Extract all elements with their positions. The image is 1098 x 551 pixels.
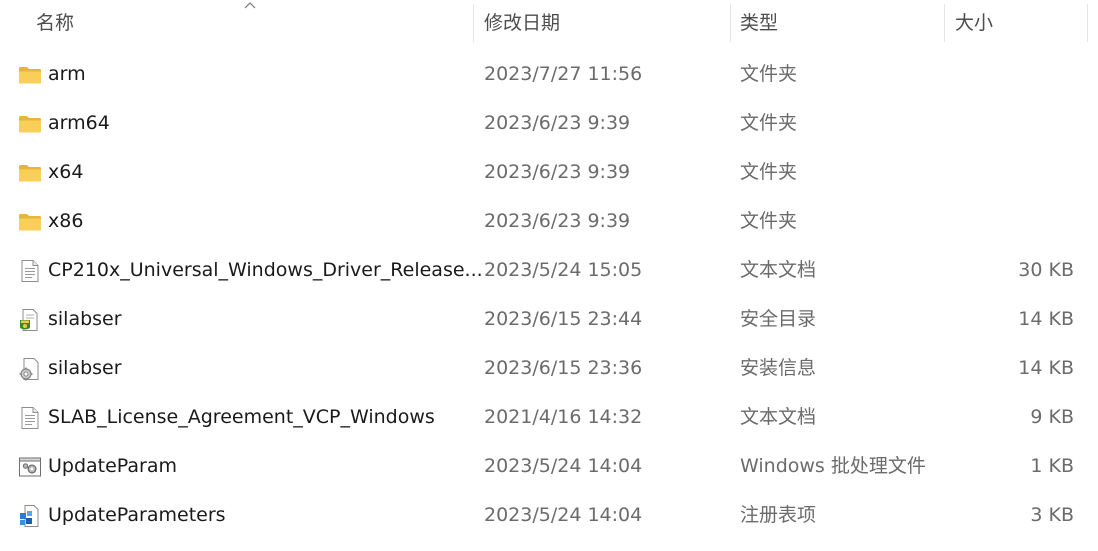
column-header-size[interactable]: 大小 [955, 0, 993, 46]
file-name: SLAB_License_Agreement_VCP_Windows [48, 406, 435, 428]
file-name: arm [48, 63, 86, 85]
folder-icon [18, 112, 42, 136]
file-type: 文件夹 [740, 112, 798, 134]
batch-file-icon [18, 455, 42, 479]
file-type: 文本文档 [740, 259, 817, 281]
file-size: 9 KB [1030, 406, 1074, 428]
file-row[interactable]: arm 2023/7/27 11:56 文件夹 [0, 50, 1098, 99]
file-size: 30 KB [1018, 259, 1074, 281]
file-name: silabser [48, 308, 122, 330]
file-modified-date: 2023/6/15 23:44 [484, 308, 643, 330]
setup-information-icon [18, 357, 42, 381]
file-name: UpdateParameters [48, 504, 226, 526]
column-divider[interactable] [1087, 4, 1088, 42]
file-name: arm64 [48, 112, 110, 134]
file-modified-date: 2021/4/16 14:32 [484, 406, 643, 428]
file-size: 14 KB [1018, 308, 1074, 330]
folder-icon [18, 210, 42, 234]
file-type: 安装信息 [740, 357, 817, 379]
column-header-type[interactable]: 类型 [740, 0, 778, 46]
file-name: CP210x_Universal_Windows_Driver_Release.… [48, 259, 483, 281]
column-divider[interactable] [944, 4, 945, 42]
file-name: x86 [48, 210, 84, 232]
text-document-icon [18, 259, 42, 283]
file-row[interactable]: silabser 2023/6/15 23:44 安全目录 14 KB [0, 295, 1098, 344]
file-name: x64 [48, 161, 84, 183]
file-type: Windows 批处理文件 [740, 455, 926, 477]
file-modified-date: 2023/5/24 14:04 [484, 504, 643, 526]
column-header-date[interactable]: 修改日期 [484, 0, 560, 46]
file-row[interactable]: UpdateParameters 2023/5/24 14:04 注册表项 3 KB [0, 491, 1098, 540]
folder-icon [18, 161, 42, 185]
file-modified-date: 2023/6/23 9:39 [484, 112, 631, 134]
file-modified-date: 2023/6/15 23:36 [484, 357, 643, 379]
column-header: 名称 修改日期 类型 大小 [0, 0, 1098, 46]
file-row[interactable]: arm64 2023/6/23 9:39 文件夹 [0, 99, 1098, 148]
file-size: 1 KB [1030, 455, 1074, 477]
file-type: 文件夹 [740, 161, 798, 183]
folder-icon [18, 63, 42, 87]
file-type: 文本文档 [740, 406, 817, 428]
column-divider[interactable] [473, 4, 474, 42]
file-name: UpdateParam [48, 455, 178, 477]
column-header-name[interactable]: 名称 [36, 0, 74, 46]
file-row[interactable]: x64 2023/6/23 9:39 文件夹 [0, 148, 1098, 197]
file-type: 注册表项 [740, 504, 817, 526]
file-type: 文件夹 [740, 63, 798, 85]
column-divider[interactable] [730, 4, 731, 42]
file-type: 安全目录 [740, 308, 817, 330]
file-row[interactable]: UpdateParam 2023/5/24 14:04 Windows 批处理文件 1… [0, 442, 1098, 491]
text-document-icon [18, 406, 42, 430]
file-row[interactable]: x86 2023/6/23 9:39 文件夹 [0, 197, 1098, 246]
file-name: silabser [48, 357, 122, 379]
file-modified-date: 2023/5/24 15:05 [484, 259, 643, 281]
sort-ascending-icon [244, 2, 256, 9]
file-modified-date: 2023/6/23 9:39 [484, 161, 631, 183]
file-row[interactable]: CP210x_Universal_Windows_Driver_Release.… [0, 246, 1098, 295]
file-modified-date: 2023/7/27 11:56 [484, 63, 643, 85]
file-type: 文件夹 [740, 210, 798, 232]
file-row[interactable]: silabser 2023/6/15 23:36 安装信息 14 KB [0, 344, 1098, 393]
file-size: 14 KB [1018, 357, 1074, 379]
registry-file-icon [18, 504, 42, 528]
file-row[interactable]: SLAB_License_Agreement_VCP_Windows 2021/4… [0, 393, 1098, 442]
file-size: 3 KB [1030, 504, 1074, 526]
security-catalog-icon [18, 308, 42, 332]
file-modified-date: 2023/5/24 14:04 [484, 455, 643, 477]
file-modified-date: 2023/6/23 9:39 [484, 210, 631, 232]
